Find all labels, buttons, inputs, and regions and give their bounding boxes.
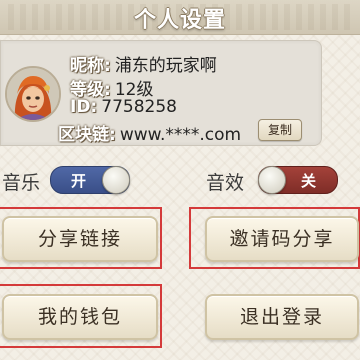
chain-label: 区块链: xyxy=(58,125,116,145)
logout-button[interactable]: 退出登录 xyxy=(205,294,359,340)
avatar[interactable] xyxy=(5,66,61,122)
title-bar: 个人设置 xyxy=(0,0,360,35)
nickname-value: 浦东的玩家啊 xyxy=(114,56,217,76)
page-title: 个人设置 xyxy=(133,8,226,33)
copy-button[interactable]: 复制 xyxy=(258,119,302,141)
level-row: 等级: 12级 xyxy=(70,75,153,100)
music-toggle[interactable]: 开 xyxy=(50,166,130,194)
chain-row: 区块链: www.****.com xyxy=(58,120,242,145)
invite-share-button[interactable]: 邀请码分享 xyxy=(205,216,359,262)
music-toggle-state: 开 xyxy=(71,172,87,190)
sound-toggle-knob xyxy=(258,166,286,194)
id-value: 7758258 xyxy=(101,97,177,117)
music-toggle-knob xyxy=(102,166,130,194)
id-label: ID: xyxy=(70,97,98,117)
wallet-button[interactable]: 我的钱包 xyxy=(2,294,158,340)
sound-toggle-state: 关 xyxy=(301,172,317,190)
id-row: ID: 7758258 xyxy=(70,97,177,119)
nickname-label: 昵称: xyxy=(70,56,111,76)
chain-value: www.****.com xyxy=(119,125,242,145)
sound-toggle[interactable]: 关 xyxy=(258,166,338,194)
avatar-portrait-icon xyxy=(7,68,59,120)
nickname-row: 昵称: 浦东的玩家啊 xyxy=(70,51,217,76)
sound-label: 音效 xyxy=(206,172,245,194)
music-label: 音乐 xyxy=(2,172,41,194)
share-link-button[interactable]: 分享链接 xyxy=(2,216,158,262)
